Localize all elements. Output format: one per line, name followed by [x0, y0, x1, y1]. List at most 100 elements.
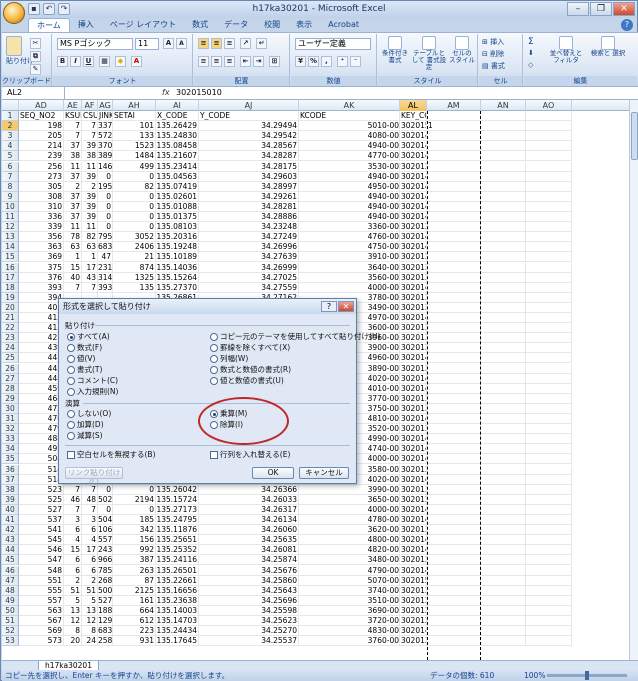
cell[interactable]: [481, 201, 526, 212]
cell[interactable]: [427, 454, 481, 465]
cell[interactable]: 1: [82, 252, 98, 263]
cell[interactable]: [481, 131, 526, 142]
row-number[interactable]: 33: [2, 434, 19, 445]
cell[interactable]: 37: [64, 201, 82, 212]
cell[interactable]: [427, 565, 481, 576]
cell[interactable]: [526, 595, 572, 606]
cell[interactable]: [481, 626, 526, 637]
cell[interactable]: [481, 515, 526, 526]
grow-font-icon[interactable]: A: [163, 38, 174, 49]
cell[interactable]: 557: [98, 535, 113, 546]
cell[interactable]: 0: [98, 504, 113, 515]
cell[interactable]: 302014800: [400, 535, 427, 546]
cell[interactable]: [427, 414, 481, 425]
row-number[interactable]: 46: [2, 565, 19, 576]
cell[interactable]: 34.28175: [199, 161, 299, 172]
cell[interactable]: 4950-00: [299, 181, 400, 192]
col-header-ao[interactable]: AO: [526, 100, 572, 111]
cell[interactable]: 7951: [98, 232, 113, 243]
cell[interactable]: 302013890: [400, 363, 427, 374]
cell[interactable]: 46: [64, 494, 82, 505]
row-number[interactable]: 51: [2, 616, 19, 627]
cell[interactable]: [481, 333, 526, 344]
cell[interactable]: 1461: [98, 161, 113, 172]
row-number[interactable]: 45: [2, 555, 19, 566]
paste-option-right-2[interactable]: 列幅(W): [210, 354, 248, 363]
cell[interactable]: 135.14036: [156, 262, 199, 273]
operation-option-1[interactable]: 加算(D): [67, 420, 104, 429]
orientation-icon[interactable]: ↗: [240, 38, 251, 49]
cell[interactable]: 223: [113, 626, 156, 637]
cell[interactable]: 302014940: [400, 212, 427, 223]
cell[interactable]: [526, 242, 572, 253]
cell[interactable]: 302014940: [400, 141, 427, 152]
row-number[interactable]: 8: [2, 181, 19, 192]
cell[interactable]: 185: [113, 515, 156, 526]
cell[interactable]: 135.11876: [156, 525, 199, 536]
cell[interactable]: 302013650: [400, 494, 427, 505]
paste-option-4[interactable]: コメント(C): [67, 376, 118, 385]
cell[interactable]: 135.15724: [156, 494, 199, 505]
cell[interactable]: [526, 605, 572, 616]
cell[interactable]: 302014810: [400, 414, 427, 425]
cell[interactable]: 302013530: [400, 161, 427, 172]
cell[interactable]: 135.23638: [156, 595, 199, 606]
cell[interactable]: 7: [82, 282, 98, 293]
cell[interactable]: 34.25623: [199, 616, 299, 627]
cell[interactable]: 34.27559: [199, 282, 299, 293]
cell[interactable]: 135.21607: [156, 151, 199, 162]
cancel-button[interactable]: キャンセル: [299, 467, 349, 479]
shrink-font-icon[interactable]: A: [176, 38, 187, 49]
cell[interactable]: [427, 161, 481, 172]
cell[interactable]: X_CODE: [156, 111, 199, 122]
cell[interactable]: [526, 474, 572, 485]
cell[interactable]: 43: [82, 272, 98, 283]
cell[interactable]: 302014940: [400, 171, 427, 182]
cell[interactable]: 302014820: [400, 545, 427, 556]
underline-button[interactable]: U: [83, 56, 94, 67]
row-number[interactable]: 14: [2, 242, 19, 253]
cell[interactable]: 557: [19, 595, 64, 606]
cell[interactable]: 563: [19, 605, 64, 616]
row-number[interactable]: 13: [2, 232, 19, 243]
cell[interactable]: [481, 262, 526, 273]
cell[interactable]: [526, 333, 572, 344]
row-number[interactable]: 29: [2, 393, 19, 404]
row-number[interactable]: 42: [2, 525, 19, 536]
cell[interactable]: 302014020: [400, 474, 427, 485]
cell[interactable]: [481, 151, 526, 162]
row-number[interactable]: 24: [2, 343, 19, 354]
tab-1[interactable]: 挿入: [70, 18, 102, 32]
paste-option-0[interactable]: すべて(A): [67, 332, 110, 341]
fill-icon[interactable]: ⬇: [528, 49, 534, 57]
cell[interactable]: [427, 191, 481, 202]
cell[interactable]: [427, 343, 481, 354]
cell[interactable]: 6: [82, 555, 98, 566]
cell[interactable]: 302013990: [400, 484, 427, 495]
row-number[interactable]: 6: [2, 161, 19, 172]
cell[interactable]: 39: [82, 212, 98, 223]
cell[interactable]: 34.26081: [199, 545, 299, 556]
cell[interactable]: [526, 161, 572, 172]
cell[interactable]: 5: [82, 595, 98, 606]
cell[interactable]: [427, 262, 481, 273]
cell[interactable]: [526, 636, 572, 647]
cell[interactable]: 34.25860: [199, 575, 299, 586]
cell[interactable]: [427, 444, 481, 455]
cell[interactable]: [481, 565, 526, 576]
align-right-icon[interactable]: ≡: [224, 56, 235, 67]
operation-option-2[interactable]: 減算(S): [67, 431, 103, 440]
cell[interactable]: [481, 424, 526, 435]
cell[interactable]: KEY_CODE: [400, 111, 427, 122]
sort-filter-button[interactable]: 並べ替えと フィルタ: [546, 36, 586, 64]
cell[interactable]: 48: [82, 494, 98, 505]
row-number[interactable]: 3: [2, 131, 19, 142]
cell[interactable]: [526, 434, 572, 445]
cell[interactable]: [427, 555, 481, 566]
cell[interactable]: 135.01088: [156, 201, 199, 212]
clear-icon[interactable]: ◇: [528, 61, 533, 69]
cell[interactable]: 34.26317: [199, 504, 299, 515]
cell[interactable]: 547: [19, 555, 64, 566]
cell[interactable]: 135.24830: [156, 131, 199, 142]
row-number[interactable]: 1: [2, 111, 19, 122]
